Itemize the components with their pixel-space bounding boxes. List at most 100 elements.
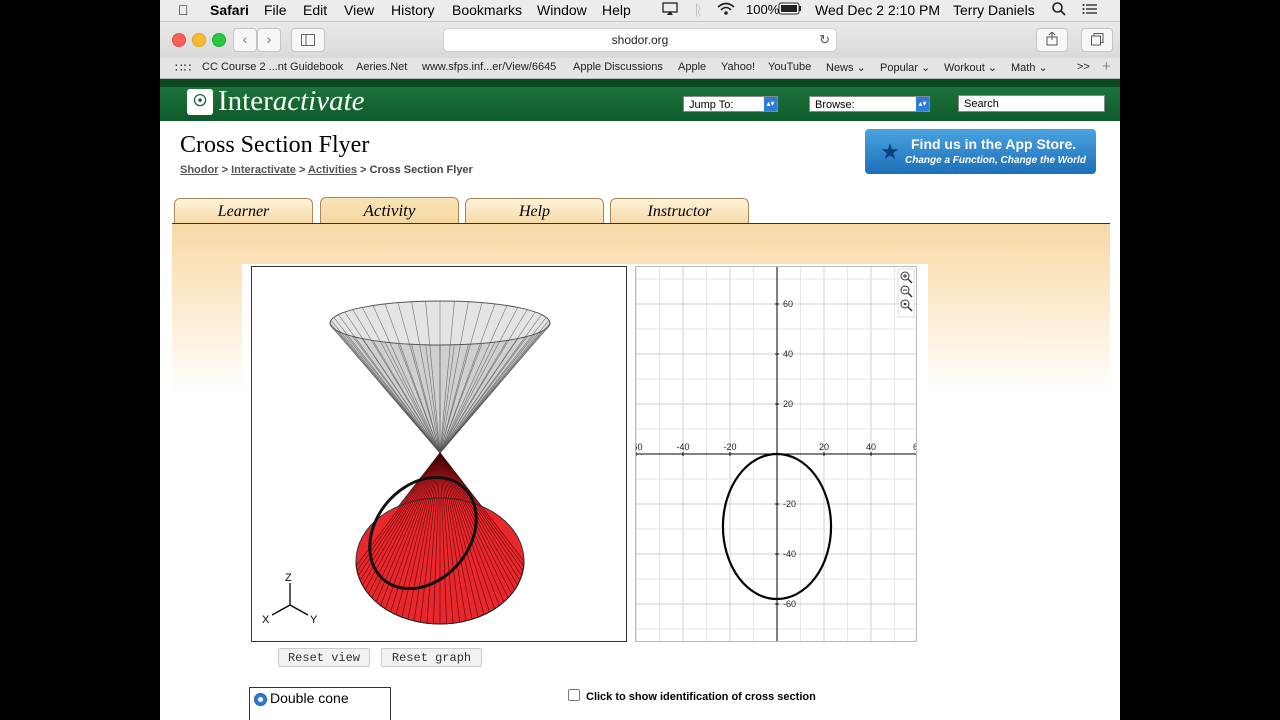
screen:  Safari File Edit View History Bookmark…: [160, 0, 1120, 720]
bluetooth-icon[interactable]: ᚱ: [694, 2, 702, 18]
sidebar-icon: [301, 34, 315, 46]
close-window-button[interactable]: [172, 33, 186, 47]
app-store-line1: Find us in the App Store.: [911, 136, 1077, 152]
notification-center-icon[interactable]: [1082, 2, 1098, 18]
bookmark-item[interactable]: Apple Discussions: [573, 61, 663, 73]
menu-window[interactable]: Window: [537, 2, 587, 18]
jump-to-select[interactable]: Jump To: ▴▾: [683, 96, 778, 112]
breadcrumb-separator: >: [221, 164, 228, 176]
x-tick-label: -40: [676, 442, 689, 452]
breadcrumb-separator: >: [298, 164, 306, 176]
y-tick-label: 40: [783, 349, 793, 359]
bookmark-item[interactable]: Aeries.Net: [356, 61, 407, 73]
wifi-icon[interactable]: [717, 2, 735, 19]
airplay-icon[interactable]: [662, 2, 678, 19]
breadcrumb-link[interactable]: Activities: [308, 164, 357, 176]
identification-checkbox[interactable]: [568, 689, 580, 701]
cone-3d-view[interactable]: Z X Y: [251, 266, 627, 642]
double-cone-label: Double cone: [270, 690, 349, 706]
zoom-window-button[interactable]: [212, 33, 226, 47]
y-tick-label: -60: [783, 599, 796, 609]
show-tabs-button[interactable]: [1081, 28, 1113, 52]
interactivate-logo[interactable]: Interactivate: [218, 85, 365, 118]
breadcrumb-link[interactable]: Interactivate: [231, 164, 296, 176]
tab-help[interactable]: Help: [465, 198, 604, 223]
menu-app-name[interactable]: Safari: [210, 2, 249, 18]
sidebar-toggle-button[interactable]: [291, 28, 325, 52]
mac-menubar:  Safari File Edit View History Bookmark…: [160, 0, 1120, 22]
browse-label: Browse:: [815, 99, 855, 111]
browse-select[interactable]: Browse: ▴▾: [809, 96, 930, 112]
spotlight-search-icon[interactable]: [1052, 2, 1066, 19]
minimize-window-button[interactable]: [192, 33, 206, 47]
share-button[interactable]: [1036, 28, 1068, 52]
select-arrows-icon: ▴▾: [764, 97, 777, 111]
menu-edit[interactable]: Edit: [303, 2, 327, 18]
menu-bookmarks[interactable]: Bookmarks: [452, 2, 522, 18]
interactivate-logo-icon[interactable]: ☉: [187, 89, 213, 115]
y-tick-label: -20: [783, 499, 796, 509]
zoom-controls: [897, 268, 915, 318]
tab-instructor[interactable]: Instructor: [610, 198, 749, 223]
double-cone-radio[interactable]: [254, 693, 267, 706]
tabs-overview-icon: [1090, 33, 1103, 46]
breadcrumb-link[interactable]: Shodor: [180, 164, 219, 176]
x-tick-label: 20: [819, 442, 829, 452]
reset-graph-button[interactable]: Reset graph: [381, 648, 482, 667]
cone-3d-canvas[interactable]: Z X Y: [252, 267, 626, 641]
upper-cone: [329, 300, 551, 454]
identification-checkbox-row[interactable]: Click to show identification of cross se…: [568, 689, 816, 703]
menu-user[interactable]: Terry Daniels: [953, 2, 1035, 18]
menu-clock[interactable]: Wed Dec 2 2:10 PM: [815, 2, 940, 18]
bookmark-folder[interactable]: Math ⌄: [1011, 61, 1048, 74]
bookmark-item[interactable]: Apple: [678, 61, 706, 73]
page-content: Cross Section Flyer Shodor > Interactiva…: [172, 121, 1110, 720]
reset-view-button[interactable]: Reset view: [278, 648, 370, 667]
back-button[interactable]: ‹: [233, 28, 257, 52]
forward-button[interactable]: ›: [257, 28, 281, 52]
chevron-right-icon: ›: [266, 31, 272, 47]
axis-x-label: X: [262, 614, 270, 626]
bookmark-item[interactable]: www.sfps.inf...er/View/6645: [422, 61, 556, 73]
activity-area: Z X Y -60 -40 -20 20 40 60 60 40 20 -20 -40 -60: [172, 224, 1110, 720]
bookmark-item[interactable]: CC Course 2 ...nt Guidebook: [202, 61, 343, 73]
reload-icon[interactable]: ↻: [819, 29, 830, 51]
browser-toolbar: ‹ › shodor.org ↻: [160, 22, 1120, 59]
bookmark-item[interactable]: YouTube: [768, 61, 811, 73]
chevron-left-icon: ‹: [242, 31, 248, 47]
bookmark-folder[interactable]: Workout ⌄: [944, 61, 997, 74]
axis-y-label: Y: [310, 614, 318, 626]
logo-text-b: activate: [272, 85, 365, 117]
x-tick-label: -20: [723, 442, 736, 452]
bookmark-folder[interactable]: News ⌄: [826, 61, 866, 74]
shape-options: Double cone: [249, 687, 391, 720]
identification-checkbox-label: Click to show identification of cross se…: [586, 691, 816, 703]
graph-canvas[interactable]: -60 -40 -20 20 40 60 60 40 20 -20 -40 -60: [629, 253, 923, 655]
share-icon: [1046, 31, 1058, 46]
tab-activity[interactable]: Activity: [320, 197, 459, 224]
cross-section-graph[interactable]: -60 -40 -20 20 40 60 60 40 20 -20 -40 -60: [629, 253, 923, 655]
grid-apps-icon[interactable]: ∷∷: [175, 61, 192, 75]
bookmark-item[interactable]: Yahoo!: [721, 61, 755, 73]
app-store-banner[interactable]: ★ Find us in the App Store. Change a Fun…: [865, 129, 1096, 174]
site-banner: ☉ Interactivate Jump To: ▴▾ Browse: ▴▾ Sea…: [160, 79, 1120, 121]
menu-view[interactable]: View: [344, 2, 374, 18]
menu-file[interactable]: File: [264, 2, 287, 18]
apple-menu-icon[interactable]: : [178, 2, 189, 18]
select-arrows-icon: ▴▾: [916, 97, 929, 111]
page-title: Cross Section Flyer: [180, 132, 370, 158]
menu-help[interactable]: Help: [602, 2, 631, 18]
battery-percent: 100%: [746, 2, 780, 17]
breadcrumb-separator: >: [360, 164, 367, 176]
address-bar[interactable]: shodor.org ↻: [443, 28, 837, 52]
tab-learner[interactable]: Learner: [174, 198, 313, 223]
bookmarks-overflow-button[interactable]: >>: [1077, 61, 1090, 73]
axis-triad: Z X Y: [262, 572, 318, 626]
y-tick-label: 60: [783, 299, 793, 309]
battery-icon[interactable]: [778, 2, 802, 18]
menu-history[interactable]: History: [391, 2, 435, 18]
bookmark-folder[interactable]: Popular ⌄: [880, 61, 930, 74]
new-tab-plus-icon[interactable]: +: [1102, 58, 1111, 75]
jump-to-label: Jump To:: [689, 99, 734, 111]
site-search-input[interactable]: Search: [958, 95, 1105, 112]
